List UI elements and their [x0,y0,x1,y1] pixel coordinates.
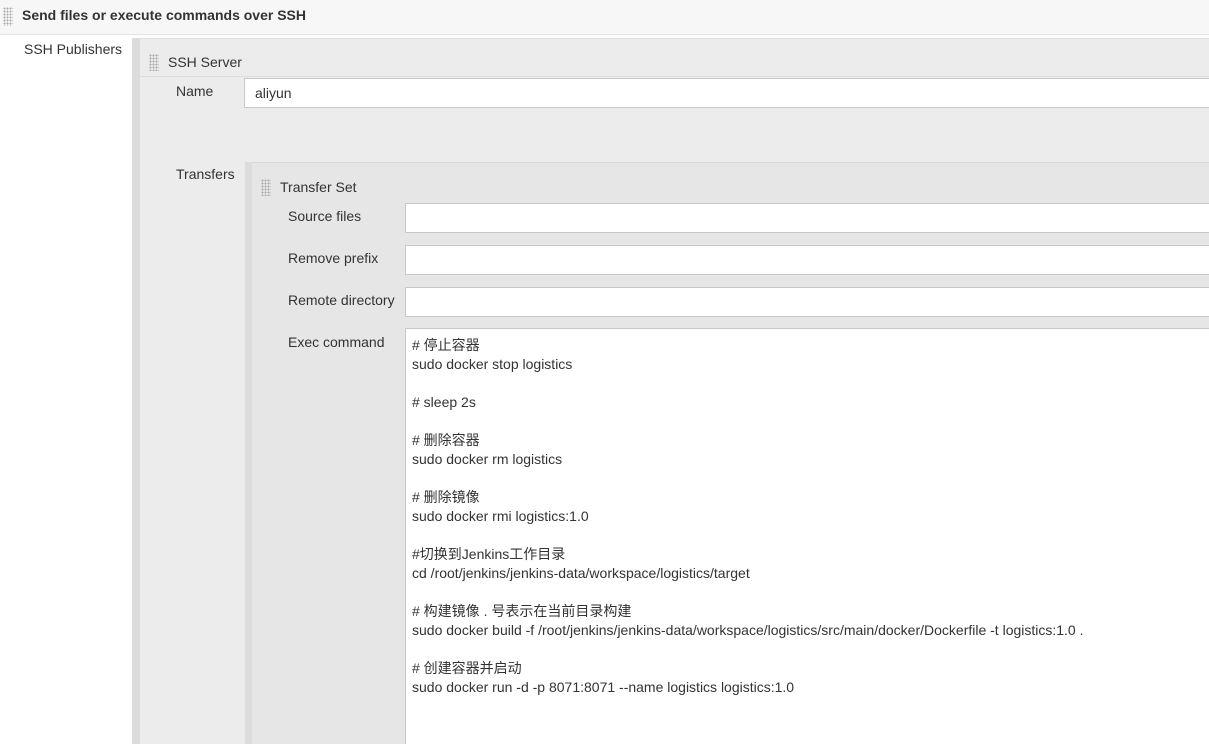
drag-handle-icon[interactable] [3,7,13,26]
exec-line: # 删除容器 [412,432,480,448]
remove-prefix-label: Remove prefix [288,250,379,266]
drag-handle-icon[interactable] [261,179,271,196]
section-header: Send files or execute commands over SSH [0,0,1209,35]
remote-directory-label: Remote directory [288,292,395,308]
transfers-label: Transfers [176,166,235,182]
exec-line: # sleep 2s [412,394,476,410]
source-files-input[interactable] [405,203,1209,233]
exec-line: #切换到Jenkins工作目录 [412,546,566,562]
exec-line: sudo docker rmi logistics:1.0 [412,508,589,524]
transfer-set-title: Transfer Set [280,179,357,195]
exec-line [412,374,1203,393]
ssh-publishers-label: SSH Publishers [24,41,123,57]
ssh-publish-config: Send files or execute commands over SSH … [0,0,1209,744]
publishers-group-bar [132,38,140,744]
exec-line: # 删除镜像 [412,489,480,505]
divider [140,76,1209,77]
exec-command-label: Exec command [288,334,385,350]
exec-line: sudo docker run -d -p 8071:8071 --name l… [412,679,795,695]
exec-line: # 构建镜像 . 号表示在当前目录构建 [412,603,632,619]
exec-line: # 停止容器 [412,337,480,353]
exec-line [412,583,1203,602]
ssh-server-title: SSH Server [168,54,242,70]
name-label: Name [176,83,214,99]
exec-command-textarea[interactable]: # 停止容器 sudo docker stop logistics # slee… [405,328,1209,744]
section-title: Send files or execute commands over SSH [22,7,306,23]
exec-line: sudo docker rm logistics [412,451,563,467]
exec-line [412,469,1203,488]
exec-line: cd /root/jenkins/jenkins-data/workspace/… [412,565,750,581]
remote-directory-input[interactable] [405,287,1209,317]
transfers-group-bar [245,162,252,744]
exec-line: # 创建容器并启动 [412,660,522,676]
exec-line [412,526,1203,545]
remove-prefix-input[interactable] [405,245,1209,275]
exec-line: sudo docker stop logistics [412,356,573,372]
exec-line [412,412,1203,431]
source-files-label: Source files [288,208,362,224]
name-input[interactable]: aliyun [244,78,1209,108]
drag-handle-icon[interactable] [149,54,159,71]
exec-line [412,640,1203,659]
exec-line: sudo docker build -f /root/jenkins/jenki… [412,622,1084,638]
